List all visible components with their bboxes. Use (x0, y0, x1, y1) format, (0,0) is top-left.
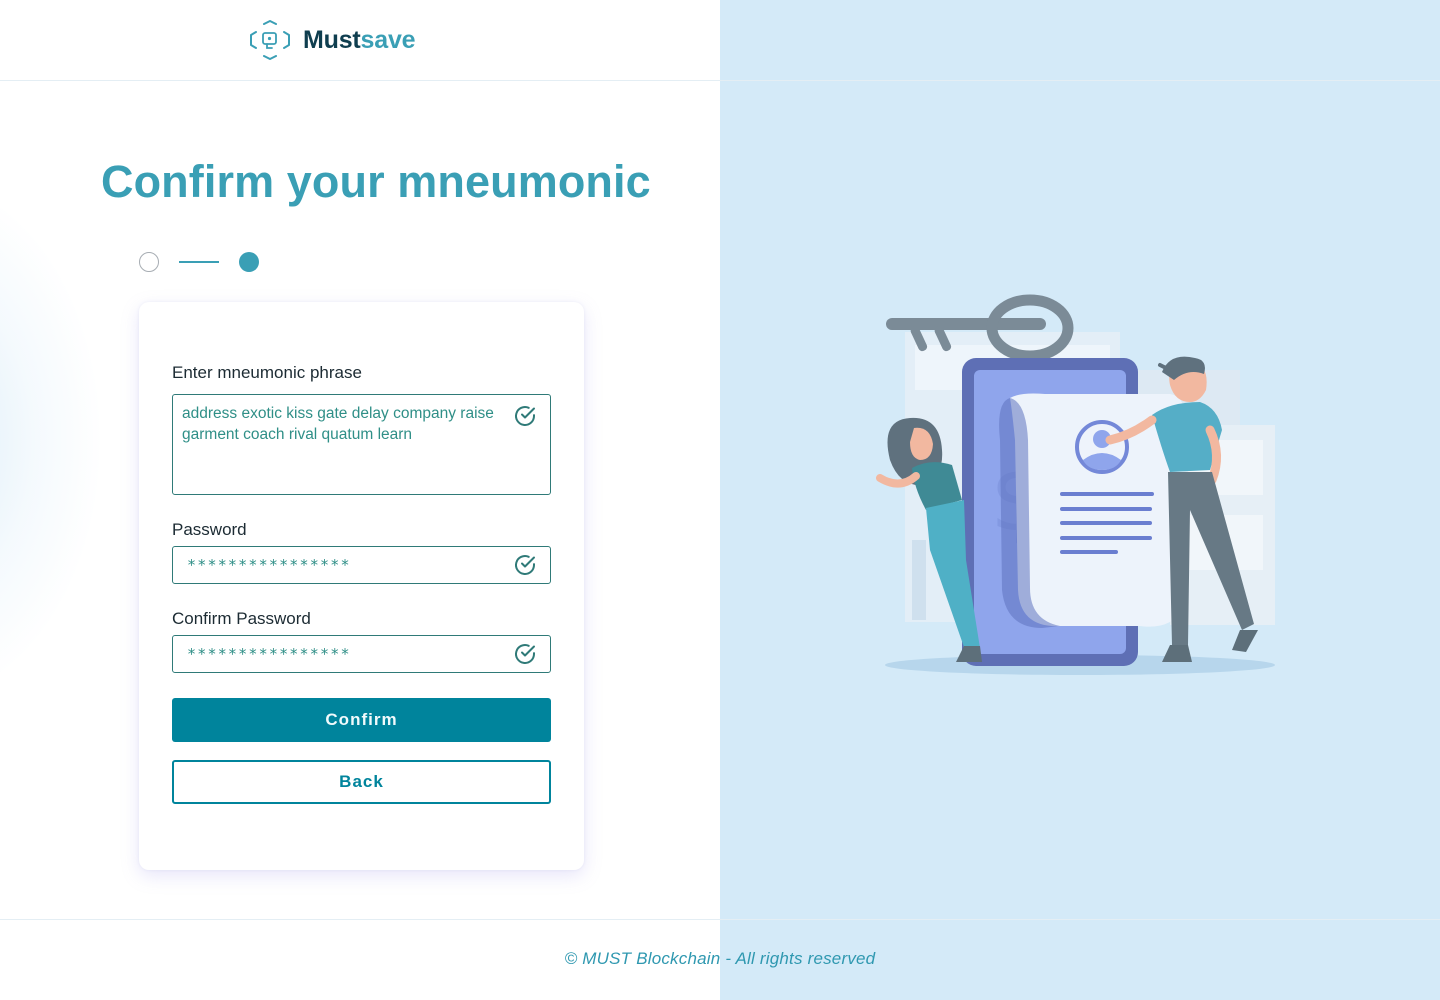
password-input[interactable]: **************** (172, 546, 551, 584)
hexagon-chip-logo-icon (250, 20, 290, 60)
confirm-button[interactable]: Confirm (172, 698, 551, 742)
confirm-password-label: Confirm Password (172, 609, 311, 628)
header-divider (0, 80, 1440, 81)
brand-name-part2: save (360, 25, 416, 54)
mnemonic-value: address exotic kiss gate delay company r… (182, 405, 494, 443)
background-glow (0, 180, 100, 700)
key-phone-document-people-illustration: $ (876, 294, 1275, 675)
password-label: Password (172, 520, 247, 539)
password-value: **************** (187, 556, 351, 574)
confirm-password-value: **************** (187, 645, 351, 663)
step-connector (179, 261, 219, 263)
footer-copyright: © MUST Blockchain - All rights reserved (564, 949, 876, 968)
brand-logo[interactable]: Mustsave (248, 20, 416, 60)
footer-divider (0, 919, 1440, 920)
confirm-password-input[interactable]: **************** (172, 635, 551, 673)
step-2-indicator-active (239, 252, 259, 272)
progress-stepper (139, 252, 259, 272)
check-circle-icon (515, 555, 535, 575)
mnemonic-form-card: Enter mneumonic phrase address exotic ki… (139, 302, 584, 870)
brand-name: Mustsave (303, 25, 416, 55)
mnemonic-label: Enter mneumonic phrase (172, 363, 362, 382)
step-1-indicator (139, 252, 159, 272)
check-circle-icon (515, 406, 535, 426)
check-circle-icon (515, 644, 535, 664)
back-button[interactable]: Back (172, 760, 551, 804)
mnemonic-textarea[interactable]: address exotic kiss gate delay company r… (172, 394, 551, 495)
brand-name-part1: Must (303, 25, 361, 54)
page-title: Confirm your mneumonic (101, 156, 651, 207)
